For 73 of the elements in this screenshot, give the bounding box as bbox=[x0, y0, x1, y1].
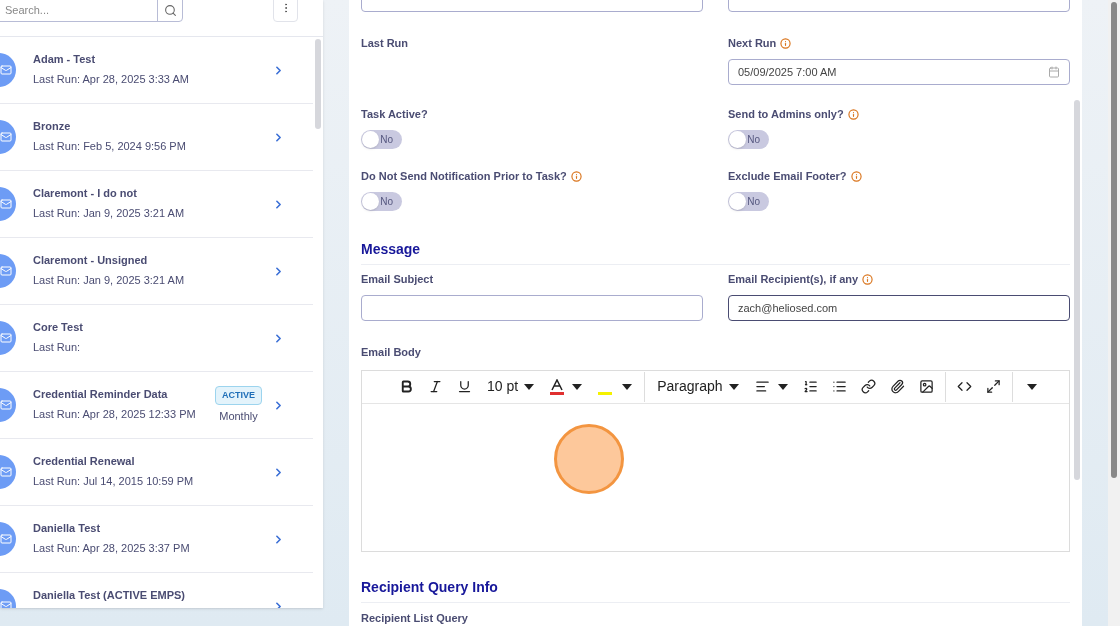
task-name: Daniella Test bbox=[33, 521, 102, 536]
task-list-item[interactable]: Daniella Test Last Run: Apr 28, 2025 3:37 PM bbox=[0, 506, 313, 573]
caret-icon bbox=[622, 383, 633, 390]
code-icon bbox=[956, 379, 972, 394]
caret-icon bbox=[728, 383, 739, 390]
task-name: Credential Reminder Data bbox=[33, 387, 169, 402]
caret-icon bbox=[777, 383, 788, 390]
task-list-item[interactable]: Claremont - Unsigned Last Run: Jan 9, 2025 3:21 AM bbox=[0, 238, 313, 305]
numbered-list-icon bbox=[802, 379, 818, 394]
task-name: Adam - Test bbox=[33, 52, 97, 67]
task-list-item[interactable]: Claremont - I do not Last Run: Jan 9, 2025 3:21 AM bbox=[0, 171, 313, 238]
task-list-item[interactable]: Credential Reminder Data Last Run: Apr 28, 2025 12:33 PM ACTIVE Monthly bbox=[0, 372, 313, 439]
last-run-text: Last Run: bbox=[33, 339, 82, 355]
field-label: Email Body bbox=[361, 345, 422, 360]
search-input[interactable]: Search... bbox=[0, 0, 157, 19]
field-label: Do Not Send Notification Prior to Task? bbox=[361, 168, 567, 184]
field-label: Next Run bbox=[728, 35, 777, 51]
last-run-text: Last Run: Jan 9, 2025 3:21 AM bbox=[33, 272, 186, 288]
field-label: Last Run bbox=[361, 35, 409, 51]
calendar-icon bbox=[1048, 66, 1060, 78]
toggle-switch[interactable]: No bbox=[361, 192, 402, 211]
bullet-list-icon bbox=[831, 379, 847, 394]
task-name: Credential Renewal bbox=[33, 454, 136, 469]
fullscreen-icon bbox=[985, 379, 1001, 394]
task-list-item[interactable]: Daniella Test (ACTIVE EMPS) bbox=[0, 573, 313, 608]
paperclip-icon bbox=[889, 379, 905, 394]
last-run-text: Last Run: Apr 28, 2025 3:33 AM bbox=[33, 71, 190, 87]
caret-icon bbox=[572, 383, 583, 390]
text-field[interactable]: zach@heliosed.com bbox=[728, 295, 1070, 321]
task-name: Core Test bbox=[33, 320, 84, 335]
task-list-item[interactable]: Adam - Test Last Run: Apr 28, 2025 3:33 AM bbox=[0, 37, 313, 104]
last-run-text: Last Run: Jul 14, 2015 10:59 PM bbox=[33, 473, 195, 489]
field-label: Task Active? bbox=[361, 106, 428, 122]
toggle-switch[interactable]: No bbox=[361, 130, 402, 149]
frequency-text: Monthly bbox=[219, 409, 258, 424]
task-list-item[interactable]: Bronze Last Run: Feb 5, 2024 9:56 PM bbox=[0, 104, 313, 171]
toggle-switch[interactable]: No bbox=[728, 130, 769, 149]
task-list-item[interactable]: Credential Renewal Last Run: Jul 14, 2015 10:59 PM bbox=[0, 439, 313, 506]
align-left-icon bbox=[754, 379, 770, 394]
caret-icon bbox=[1026, 383, 1037, 390]
italic-icon bbox=[428, 379, 443, 394]
last-run-text: Last Run: Apr 28, 2025 12:33 PM bbox=[33, 406, 197, 422]
field-label: Recipient List Query bbox=[361, 610, 469, 626]
highlight-icon bbox=[598, 391, 613, 395]
status-badge: ACTIVE bbox=[215, 385, 262, 405]
font-color-icon bbox=[550, 378, 565, 395]
task-name: Claremont - Unsigned bbox=[33, 253, 149, 268]
field-label: Email Recipient(s), if any bbox=[728, 271, 859, 287]
link-icon bbox=[860, 379, 876, 394]
section-heading: Message bbox=[361, 241, 421, 257]
text-field[interactable] bbox=[361, 295, 703, 321]
last-run-text: Last Run: Feb 5, 2024 9:56 PM bbox=[33, 138, 187, 154]
toolbar-dropdown[interactable]: Paragraph bbox=[649, 376, 747, 397]
field-label: Send to Admins only? bbox=[728, 106, 844, 122]
field-label: Exclude Email Footer? bbox=[728, 168, 847, 184]
caret-icon bbox=[524, 383, 535, 390]
task-list-item[interactable]: Core Test Last Run: bbox=[0, 305, 313, 372]
search-icon bbox=[163, 3, 177, 17]
underline-icon bbox=[457, 379, 472, 394]
section-heading: Recipient Query Info bbox=[361, 578, 498, 595]
bold-icon bbox=[399, 379, 414, 394]
task-name: Claremont - I do not bbox=[33, 186, 138, 201]
toggle-switch[interactable]: No bbox=[728, 192, 769, 211]
image-icon bbox=[918, 379, 934, 394]
toolbar-dropdown[interactable]: 10 pt bbox=[479, 376, 543, 397]
rich-text-editor[interactable]: 10 pt Paragraph bbox=[361, 369, 1070, 552]
task-name: Daniella Test (ACTIVE EMPS) bbox=[33, 588, 186, 603]
date-time-field[interactable]: 05/09/2025 7:00 AM bbox=[728, 59, 1070, 85]
search-field[interactable]: Search... bbox=[0, 0, 183, 22]
field-label: Email Subject bbox=[361, 271, 434, 287]
task-name: Bronze bbox=[33, 119, 72, 134]
last-run-text: Last Run: Apr 28, 2025 3:37 PM bbox=[33, 540, 191, 556]
last-run-text: Last Run: Jan 9, 2025 3:21 AM bbox=[33, 205, 186, 221]
